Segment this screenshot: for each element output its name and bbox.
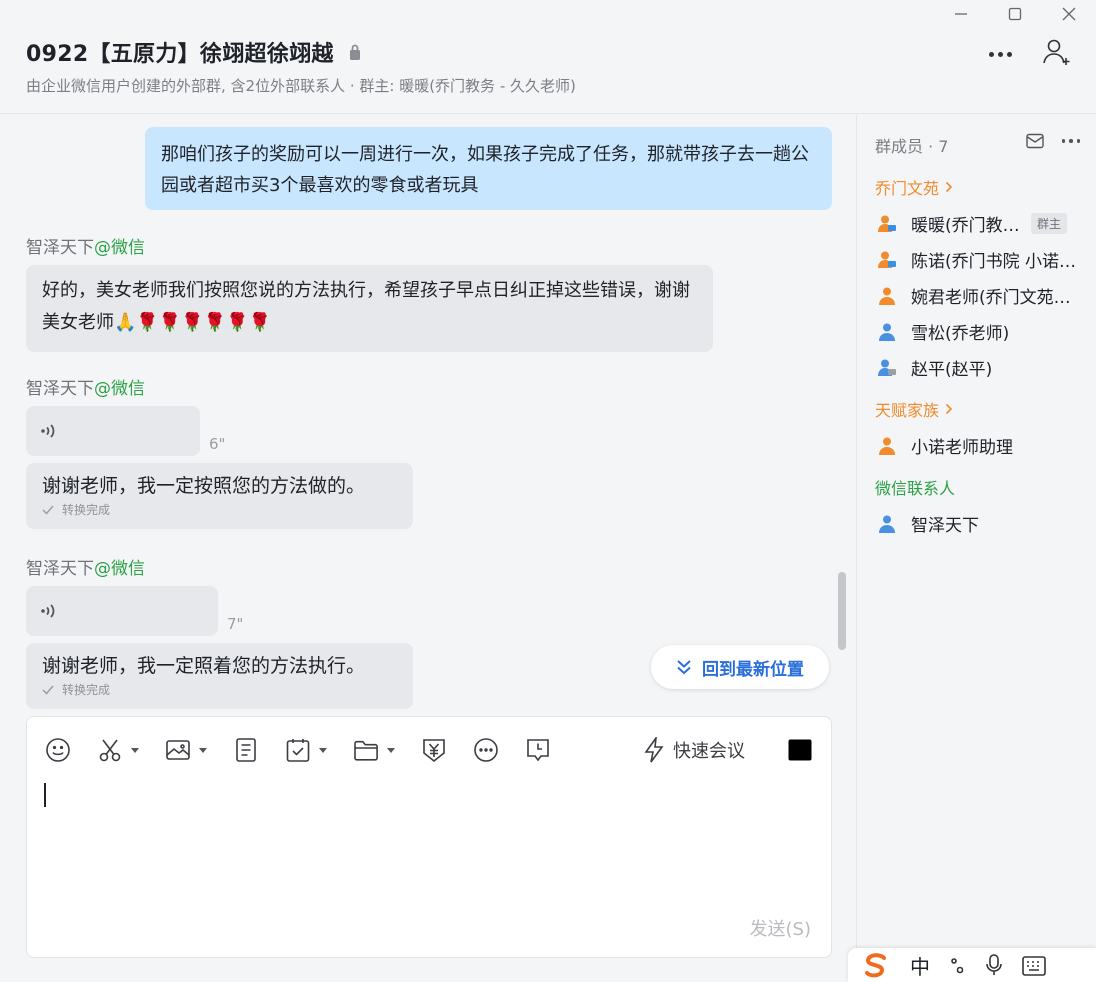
sender-name[interactable]: 智泽天下 bbox=[26, 379, 94, 399]
sender-tag: @微信 bbox=[94, 238, 145, 258]
chevron-down-icon[interactable] bbox=[387, 747, 395, 753]
microphone-icon[interactable] bbox=[986, 954, 1002, 976]
voice-message[interactable] bbox=[26, 406, 200, 456]
person-device-icon bbox=[877, 358, 897, 378]
transcript-status: 转换完成 bbox=[42, 681, 397, 698]
member-more-icon[interactable] bbox=[1061, 139, 1080, 143]
member-item[interactable]: 雪松(乔老师) bbox=[877, 319, 1082, 344]
text-cursor bbox=[44, 783, 46, 807]
chevron-down-icon[interactable] bbox=[199, 747, 207, 753]
sender-label: 智泽天下@微信 bbox=[26, 233, 145, 258]
schedule-button[interactable] bbox=[285, 737, 327, 763]
emoji-button[interactable] bbox=[45, 737, 71, 763]
payment-button[interactable] bbox=[421, 737, 447, 763]
quick-meeting-button[interactable]: 快速会议 bbox=[643, 735, 745, 765]
group-subtitle: 由企业微信用户创建的外部群, 含2位外部联系人 · 群主: 暖暖(乔门教务 - … bbox=[26, 77, 576, 95]
composer-toolbar: 快速会议 bbox=[45, 735, 815, 765]
check-icon bbox=[42, 685, 54, 695]
voice-transcript[interactable]: 谢谢老师，我一定按照您的方法做的。 转换完成 bbox=[26, 463, 413, 529]
chat-header: 0922【五原力】徐翊超徐翊越 由企业微信用户创建的外部群, 含2位外部联系人 … bbox=[0, 0, 1096, 114]
voice-wave-icon bbox=[41, 604, 55, 618]
sender-name[interactable]: 智泽天下 bbox=[26, 559, 94, 579]
chevron-right-icon bbox=[945, 181, 953, 193]
mail-icon[interactable] bbox=[1025, 133, 1044, 149]
voice-duration: 6" bbox=[209, 435, 226, 453]
check-icon bbox=[42, 505, 54, 515]
emoji-sequence: 🙏🌹🌹🌹🌹🌹🌹 bbox=[114, 312, 271, 333]
double-chevron-down-icon bbox=[677, 660, 691, 675]
sender-tag: @微信 bbox=[94, 379, 145, 399]
voice-message[interactable] bbox=[26, 586, 218, 636]
member-item[interactable]: 小诺老师助理 bbox=[877, 433, 1082, 458]
lock-icon bbox=[348, 43, 362, 61]
voice-duration: 7" bbox=[227, 615, 244, 633]
person-admin-icon bbox=[877, 214, 897, 234]
punctuation-icon[interactable] bbox=[950, 955, 966, 975]
incoming-message[interactable]: 好的，美女老师我们按照您说的方法执行，希望孩子早点日纠正掉这些错误，谢谢美女老师… bbox=[26, 265, 713, 352]
sender-label: 智泽天下@微信 bbox=[26, 554, 145, 579]
person-icon bbox=[877, 514, 897, 534]
keyboard-icon[interactable] bbox=[1022, 954, 1046, 976]
calendar-check-icon bbox=[286, 739, 310, 762]
member-item[interactable]: 暖暖(乔门教务 - 久久老师) 群主 bbox=[877, 211, 1082, 236]
message-list[interactable]: 那咱们孩子的奖励可以一周进行一次，如果孩子完成了任务，那就带孩子去一趟公园或者超… bbox=[0, 115, 856, 715]
lightning-icon bbox=[644, 737, 664, 763]
ime-toolbar: 中 bbox=[848, 948, 1096, 982]
sogou-logo-icon[interactable] bbox=[862, 952, 890, 978]
member-group-title[interactable]: 天赋家族 bbox=[875, 397, 953, 421]
person-icon bbox=[877, 322, 897, 342]
history-button[interactable] bbox=[525, 737, 551, 763]
scissors-icon bbox=[99, 739, 121, 762]
minimize-button[interactable] bbox=[934, 0, 988, 28]
image-icon bbox=[166, 740, 190, 760]
member-item[interactable]: 智泽天下 bbox=[877, 511, 1082, 536]
member-panel: 群成员 · 7 乔门文苑 暖暖(乔门教务 - 久久老师) 群主 陈诺(乔门书院 … bbox=[856, 115, 1096, 982]
chat-scrollbar[interactable] bbox=[838, 572, 846, 650]
more-tools-button[interactable] bbox=[473, 737, 499, 763]
chevron-down-icon[interactable] bbox=[131, 747, 139, 753]
jump-to-latest-button[interactable]: 回到最新位置 bbox=[651, 645, 829, 689]
member-item[interactable]: 赵平(赵平) bbox=[877, 355, 1082, 380]
member-group-title[interactable]: 乔门文苑 bbox=[875, 175, 953, 199]
more-options-icon[interactable] bbox=[989, 51, 1012, 57]
folder-icon bbox=[354, 740, 378, 761]
document-button[interactable] bbox=[233, 737, 259, 763]
chevron-down-icon[interactable] bbox=[319, 747, 327, 753]
voice-transcript[interactable]: 谢谢老师，我一定照着您的方法执行。 转换完成 bbox=[26, 643, 413, 709]
voice-wave-icon bbox=[41, 424, 55, 438]
person-icon bbox=[877, 436, 897, 456]
owner-badge: 群主 bbox=[1031, 213, 1068, 234]
send-button[interactable]: 发送(S) bbox=[750, 915, 811, 941]
folder-button[interactable] bbox=[353, 737, 395, 763]
add-member-icon[interactable] bbox=[1042, 38, 1072, 70]
image-button[interactable] bbox=[165, 737, 207, 763]
clock-message-icon bbox=[527, 739, 549, 762]
member-count: 群成员 · 7 bbox=[875, 137, 949, 156]
member-item[interactable]: 陈诺(乔门书院 小诺老师) bbox=[877, 247, 1082, 272]
transcript-text: 谢谢老师，我一定按照您的方法做的。 bbox=[42, 475, 366, 497]
document-icon bbox=[236, 738, 256, 762]
screenshot-button[interactable] bbox=[97, 737, 139, 763]
message-composer[interactable]: 快速会议 发送(S) bbox=[26, 716, 832, 958]
transcript-text: 谢谢老师，我一定照着您的方法执行。 bbox=[42, 655, 366, 677]
yuan-shield-icon bbox=[423, 739, 445, 763]
chevron-right-icon bbox=[945, 403, 953, 415]
maximize-button[interactable] bbox=[988, 0, 1042, 28]
person-icon bbox=[877, 286, 897, 306]
sender-label: 智泽天下@微信 bbox=[26, 374, 145, 399]
sidebar-toggle-icon[interactable] bbox=[787, 738, 813, 766]
transcript-status: 转换完成 bbox=[42, 501, 397, 518]
group-title[interactable]: 0922【五原力】徐翊超徐翊越 bbox=[26, 36, 334, 68]
emoji-icon bbox=[46, 738, 70, 762]
outgoing-message[interactable]: 那咱们孩子的奖励可以一周进行一次，如果孩子完成了任务，那就带孩子去一趟公园或者超… bbox=[145, 127, 832, 210]
more-circle-icon bbox=[474, 738, 498, 762]
sender-tag: @微信 bbox=[94, 559, 145, 579]
person-admin-icon bbox=[877, 250, 897, 270]
chat-window: 0922【五原力】徐翊超徐翊越 由企业微信用户创建的外部群, 含2位外部联系人 … bbox=[0, 0, 1096, 982]
close-button[interactable] bbox=[1042, 0, 1096, 28]
sender-name[interactable]: 智泽天下 bbox=[26, 238, 94, 258]
ime-mode[interactable]: 中 bbox=[910, 951, 930, 980]
member-group-title[interactable]: 微信联系人 bbox=[875, 475, 955, 499]
member-item[interactable]: 婉君老师(乔门文苑教务) bbox=[877, 283, 1082, 308]
